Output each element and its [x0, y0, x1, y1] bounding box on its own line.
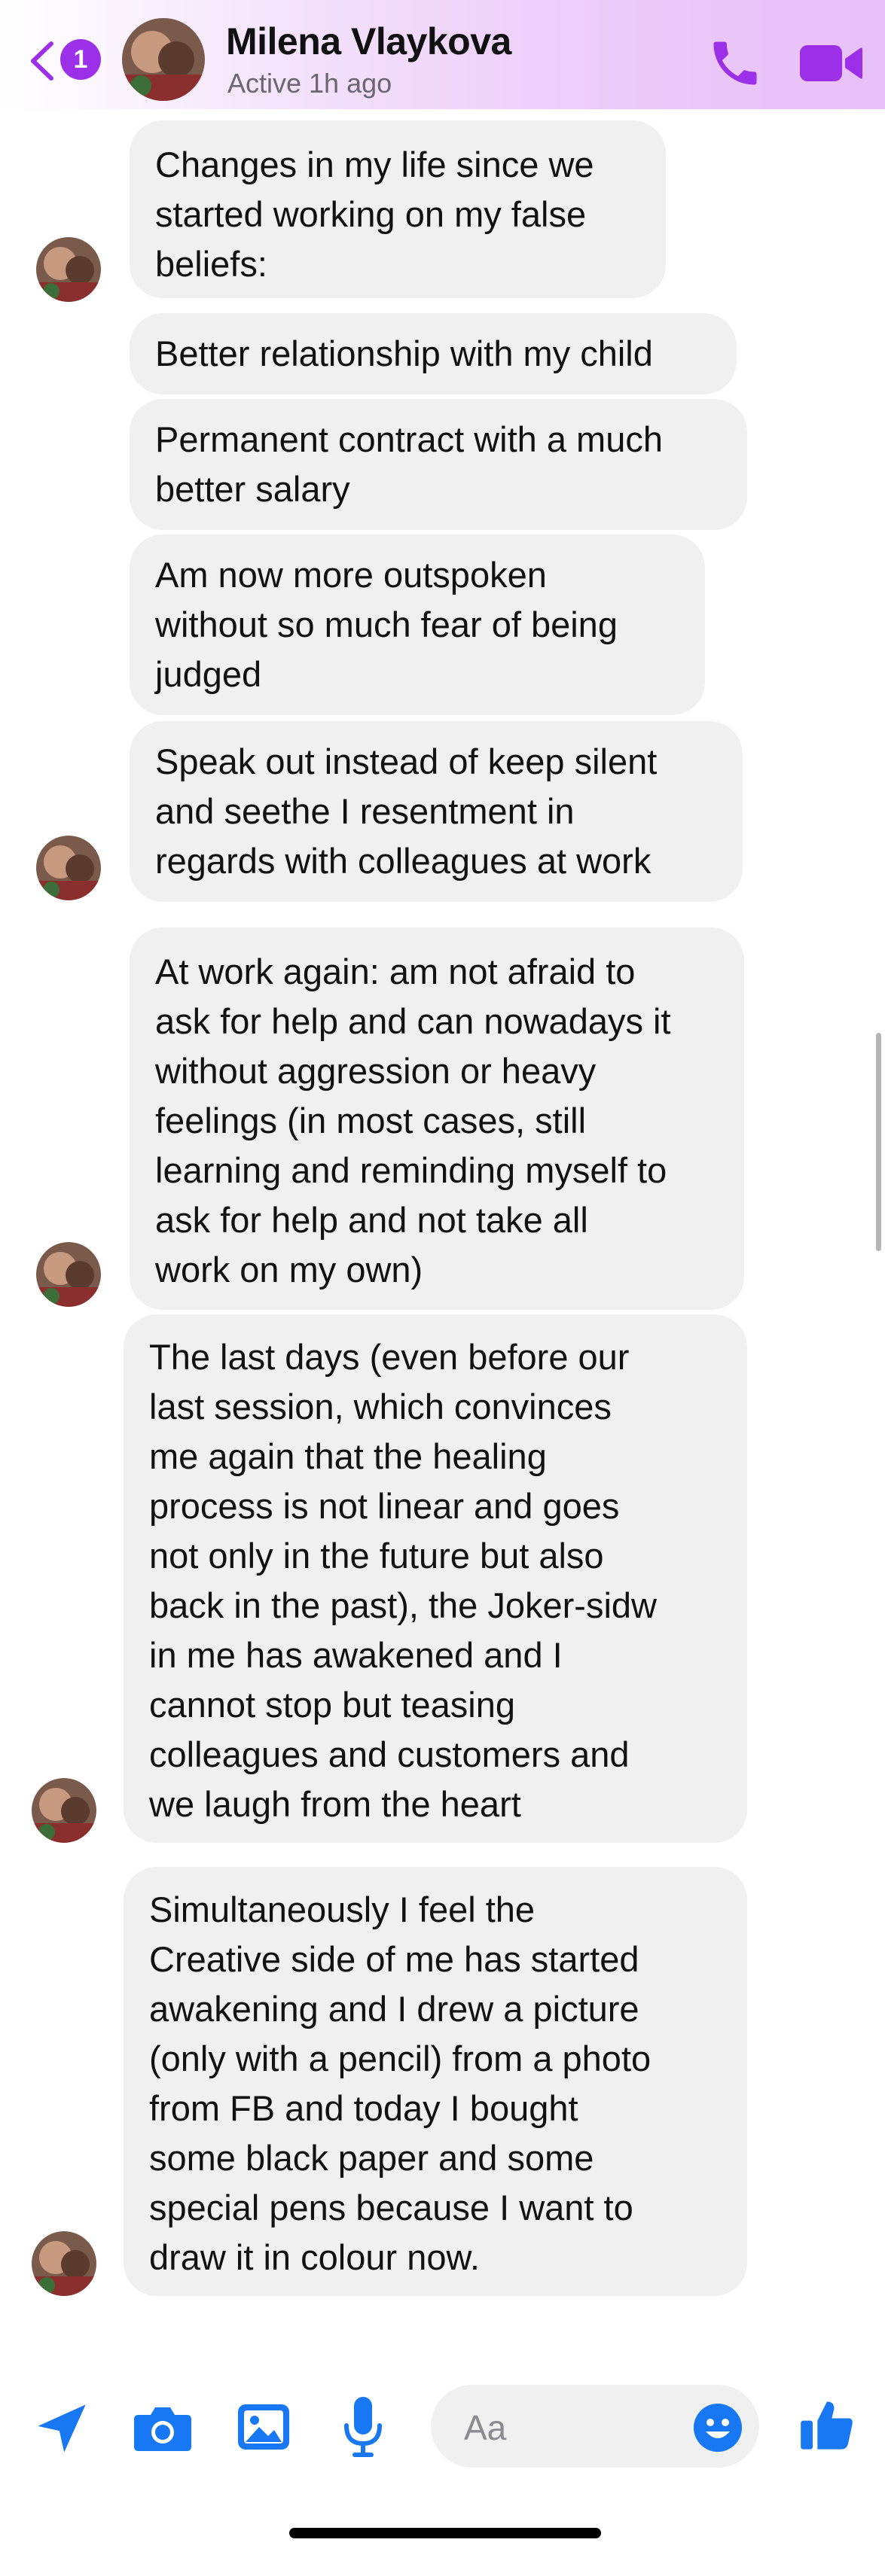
conversation-header: 1 Milena Vlaykova Active 1h ago [0, 0, 885, 109]
send-icon [38, 2404, 86, 2453]
camera-button[interactable] [133, 2401, 193, 2454]
message-text: Speak out instead of keep silent and see… [155, 741, 658, 881]
voice-message-button[interactable] [343, 2395, 383, 2459]
contact-name[interactable]: Milena Vlaykova [226, 20, 511, 63]
message-text: Permanent contract with a much better sa… [155, 419, 663, 509]
message-text: Simultaneously I feel the Creative side … [149, 1889, 652, 2277]
sender-avatar[interactable] [36, 237, 101, 302]
sender-avatar[interactable] [36, 836, 101, 900]
chevron-left-icon [31, 41, 53, 81]
message-bubble[interactable]: Changes in my life since we started work… [130, 120, 666, 298]
message-text: Am now more outspoken without so much fe… [155, 555, 618, 694]
audio-call-button[interactable] [706, 35, 764, 92]
scroll-indicator[interactable] [876, 1033, 881, 1251]
like-button[interactable] [798, 2397, 856, 2454]
contact-avatar[interactable] [122, 18, 205, 101]
message-bubble[interactable]: Speak out instead of keep silent and see… [130, 721, 743, 902]
sender-avatar[interactable] [32, 2231, 96, 2296]
back-button[interactable]: 1 [29, 33, 104, 86]
sender-avatar[interactable] [32, 1778, 96, 1843]
phone-icon [713, 41, 757, 85]
message-bubble[interactable]: Permanent contract with a much better sa… [130, 399, 747, 530]
message-bubble[interactable]: The last days (even before our last sess… [124, 1314, 747, 1843]
home-indicator[interactable] [289, 2528, 601, 2538]
sender-avatar[interactable] [36, 1242, 101, 1307]
active-status: Active 1h ago [227, 68, 392, 99]
message-bubble[interactable]: Am now more outspoken without so much fe… [130, 534, 705, 715]
thumbs-up-icon [801, 2401, 853, 2450]
message-bubble[interactable]: At work again: am not afraid to ask for … [130, 927, 744, 1310]
gallery-button[interactable] [237, 2400, 291, 2454]
message-bubble[interactable]: Simultaneously I feel the Creative side … [124, 1867, 747, 2296]
message-text: Changes in my life since we started work… [155, 145, 594, 284]
emoji-icon [694, 2404, 742, 2452]
message-text: The last days (even before our last sess… [149, 1337, 657, 1824]
message-input-placeholder: Aa [464, 2408, 507, 2447]
send-location-button[interactable] [33, 2400, 90, 2457]
message-text: At work again: am not afraid to ask for … [155, 952, 671, 1290]
video-camera-icon [800, 45, 862, 81]
message-composer: Aa [0, 2371, 885, 2507]
emoji-button[interactable] [693, 2403, 743, 2453]
gallery-icon [238, 2404, 289, 2450]
camera-icon [134, 2407, 191, 2451]
microphone-icon [344, 2397, 382, 2457]
unread-count-badge: 1 [60, 39, 101, 80]
message-text: Better relationship with my child [155, 333, 653, 373]
video-call-button[interactable] [798, 39, 863, 87]
message-bubble[interactable]: Better relationship with my child [130, 313, 737, 394]
